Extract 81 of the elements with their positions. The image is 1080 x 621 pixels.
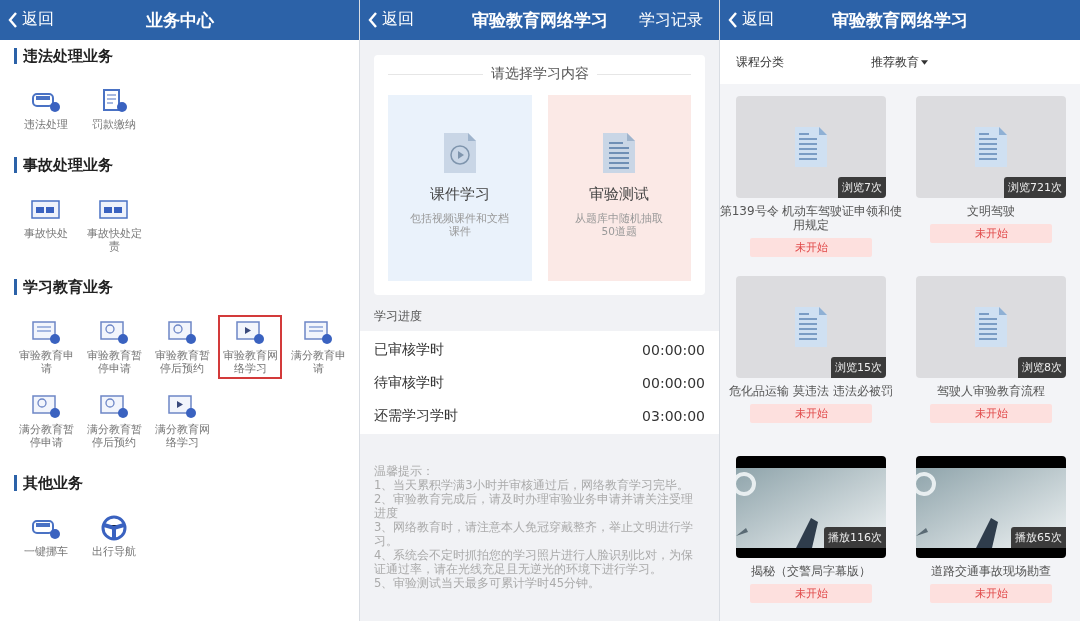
tip-text: 5、审验测试当天最多可累计学时45分钟。 [374,576,601,590]
course-title: 文明驾驶 [966,204,1016,218]
page-title: 业务中心 [145,8,214,32]
service-item[interactable]: 审验教育网络学习 [218,315,282,379]
back-button[interactable]: 返回 [728,9,774,30]
view-count: 播放116次 [824,527,886,548]
study-option[interactable]: 课件学习 包括视频课件和文档课件 [388,95,532,281]
service-item[interactable]: 事故快处 [14,193,78,257]
back-chevron-icon [8,11,18,28]
progress-label: 已审核学时 [374,340,444,359]
service-item[interactable]: 满分教育申请 [286,315,350,379]
tip-text: 温馨提示： [374,464,435,478]
course-thumbnail[interactable]: 浏览8次 [916,276,1066,378]
status-tag: 未开始 [930,404,1052,423]
document-icon [601,131,638,175]
service-item[interactable]: 满分教育网络学习 [150,389,214,453]
pause-form-icon [98,319,130,345]
course-thumbnail[interactable]: 浏览721次 [916,96,1066,198]
progress-time: 03:00:00 [642,407,705,424]
service-item[interactable]: 一键挪车 [14,511,78,562]
document-icon [973,125,1009,169]
video-icon [166,393,198,419]
video-file-icon [441,131,478,175]
study-option[interactable]: 审验测试 从题库中随机抽取50道题 [547,95,691,281]
course-title: 第139号令 机动车驾驶证申领和使用规定 [720,204,904,232]
service-item[interactable]: 违法处理 [14,84,78,135]
back-chevron-icon [728,11,738,28]
progress-label: 还需学习学时 [374,406,458,425]
view-count: 浏览721次 [1004,177,1066,198]
pause-form-icon [30,393,62,419]
course-thumbnail[interactable]: 播放65次 [916,456,1066,558]
study-record-link[interactable]: 学习记录 [639,10,703,31]
progress-label: 待审核学时 [374,373,444,392]
page-title: 审验教育网络学习 [471,8,608,32]
form-icon [30,319,62,345]
page-title: 审验教育网络学习 [832,8,968,32]
course-thumbnail[interactable]: 浏览7次 [736,96,886,198]
category-label: 课程分类 [736,53,785,71]
service-item[interactable]: 审验教育暂停后预约 [150,315,214,379]
status-tag: 未开始 [930,224,1052,243]
form-icon [302,319,334,345]
course-title: 道路交通事故现场勘查 [930,564,1052,578]
service-item[interactable]: 满分教育暂停后预约 [82,389,146,453]
card-heading: 请选择学习内容 [490,65,589,83]
tip-text: 1、当天累积学满3小时并审核通过后，网络教育学习完毕。 [374,478,690,492]
status-tag: 未开始 [750,238,872,257]
service-item[interactable]: 审验教育申请 [14,315,78,379]
course-thumbnail[interactable]: 浏览15次 [736,276,886,378]
service-item[interactable]: 满分教育暂停申请 [14,389,78,453]
video-icon [234,319,266,345]
tip-text: 3、网络教育时，请注意本人免冠穿戴整齐，举止文明进行学习。 [374,520,695,548]
view-count: 浏览7次 [838,177,886,198]
view-count: 浏览15次 [831,357,886,378]
back-chevron-icon [368,11,378,28]
document-icon [793,305,829,349]
tip-text: 2、审验教育完成后，请及时办理审验业务申请并请关注受理进度 [374,492,695,520]
service-item[interactable]: 出行导航 [82,511,146,562]
tip-text: 4、系统会不定时抓拍您的学习照片进行人脸识别比对，为保证通过率，请在光线充足且无逆光的环境下进行学习。 [374,548,695,576]
clock-form-icon [166,319,198,345]
service-item[interactable]: 罚款缴纳 [82,84,146,135]
view-count: 播放65次 [1011,527,1066,548]
caret-icon [921,59,928,65]
category-dropdown[interactable]: 推荐教育 [871,53,928,71]
course-title: 揭秘（交警局字幕版） [750,564,872,578]
view-count: 浏览8次 [1018,357,1066,378]
progress-time: 00:00:00 [642,341,705,358]
document-icon [793,125,829,169]
back-button[interactable]: 返回 [368,9,414,30]
progress-time: 00:00:00 [642,374,705,391]
service-item[interactable]: 事故快处定责 [82,193,146,257]
course-title: 危化品运输 莫违法 违法必被罚 [728,384,894,398]
clock-form-icon [98,393,130,419]
status-tag: 未开始 [750,404,872,423]
status-tag: 未开始 [930,584,1052,603]
section-label: 学习进度 [373,308,423,325]
status-tag: 未开始 [750,584,872,603]
course-title: 驾驶人审验教育流程 [936,384,1046,398]
course-thumbnail[interactable]: 播放116次 [736,456,886,558]
back-button[interactable]: 返回 [8,9,54,30]
document-icon [973,305,1009,349]
service-item[interactable]: 审验教育暂停申请 [82,315,146,379]
